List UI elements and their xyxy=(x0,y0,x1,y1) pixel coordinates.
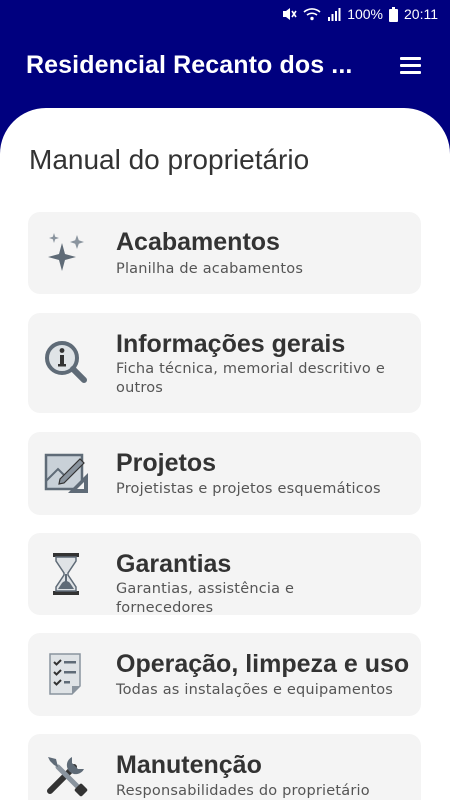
card-title: Projetos xyxy=(116,449,217,477)
card-operacao-limpeza-uso[interactable]: Operação, limpeza e uso Todas as instala… xyxy=(28,633,421,716)
blueprint-icon xyxy=(44,451,88,495)
hamburger-menu-icon[interactable] xyxy=(400,53,424,77)
clock: 20:11 xyxy=(404,6,438,22)
tools-icon xyxy=(44,753,88,797)
card-title: Garantias xyxy=(116,550,232,578)
card-title: Acabamentos xyxy=(116,228,280,256)
card-subtitle: Responsabilidades do proprietário xyxy=(116,783,370,799)
card-subtitle: Projetistas e projetos esquemáticos xyxy=(116,481,381,497)
wifi-icon xyxy=(303,7,321,21)
battery-percent: 100% xyxy=(347,6,383,22)
card-title: Operação, limpeza e uso xyxy=(116,650,410,678)
card-manutencao[interactable]: Manutenção Responsabilidades do propriet… xyxy=(28,734,421,800)
card-subtitle: Garantias, assistência e fornecedores xyxy=(116,581,295,616)
hourglass-icon xyxy=(44,552,88,596)
card-subtitle: Planilha de acabamentos xyxy=(116,261,304,277)
app-bar: Residencial Recanto dos ... xyxy=(0,28,450,108)
card-subtitle: Todas as instalações e equipamentos xyxy=(116,682,394,698)
card-subtitle: Ficha técnica, memorial descritivo e out… xyxy=(116,361,385,396)
battery-icon xyxy=(389,6,398,22)
card-title: Manutenção xyxy=(116,751,262,779)
card-projetos[interactable]: Projetos Projetistas e projetos esquemát… xyxy=(28,432,421,515)
signal-icon xyxy=(327,7,341,21)
app-title: Residencial Recanto dos ... xyxy=(26,50,353,79)
card-garantias[interactable]: Garantias Garantias, assistência e forne… xyxy=(28,533,421,616)
mute-icon xyxy=(281,7,297,21)
status-bar: 100% 20:11 xyxy=(0,0,450,28)
content-sheet: Manual do proprietário Acabamentos Plani… xyxy=(0,108,450,800)
info-magnifier-icon xyxy=(44,340,88,384)
page-title: Manual do proprietário xyxy=(29,144,310,175)
card-acabamentos[interactable]: Acabamentos Planilha de acabamentos xyxy=(28,212,421,294)
sparkles-icon xyxy=(44,231,88,275)
card-informacoes-gerais[interactable]: Informações gerais Ficha técnica, memori… xyxy=(28,313,421,413)
checklist-icon xyxy=(44,652,88,696)
card-title: Informações gerais xyxy=(116,330,346,358)
